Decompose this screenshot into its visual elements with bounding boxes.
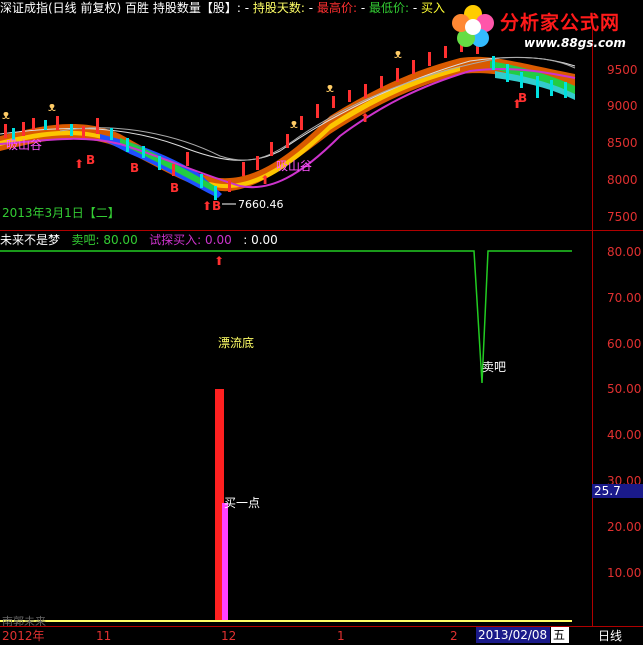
time-tick: 1 — [337, 629, 345, 643]
buy-mark: B — [130, 161, 139, 175]
runner-icon: ᴥ — [394, 47, 402, 62]
high-price-value: - — [360, 1, 366, 15]
date-label: 2013年3月1日【二】 — [2, 206, 120, 220]
trial-buy-bar — [222, 503, 228, 621]
axis-tick: 80.00 — [607, 245, 642, 259]
sell-annotation: 卖吧 — [482, 360, 506, 374]
axis-tick: 8500 — [607, 136, 638, 150]
drift-bottom-annotation: 漂流底 — [218, 335, 254, 350]
axis-tick: 9000 — [607, 99, 638, 113]
time-tick: 2012年 — [2, 629, 45, 643]
cursor-value-box: 25.7 — [592, 484, 643, 498]
time-tick: 12 — [221, 629, 237, 643]
axis-tick: 9500 — [607, 63, 638, 77]
time-tick: 11 — [96, 629, 112, 643]
right-axis: 9500 9000 8500 8000 7500 80.00 70.00 60.… — [592, 16, 643, 626]
valley-label: 吸山谷 — [276, 159, 312, 173]
valley-label: 吸山谷 — [6, 138, 42, 152]
axis-tick: 7500 — [607, 210, 638, 224]
time-tick: 2 — [450, 629, 458, 643]
runner-icon: ᴥ — [2, 108, 10, 123]
axis-tick: 50.00 — [607, 382, 642, 396]
hold-qty-value: - — [244, 1, 250, 15]
up-arrow-icon: ⬆ — [74, 157, 84, 171]
hold-days-label: 持股天数: — [252, 1, 305, 15]
buy-mark: B — [518, 91, 527, 105]
site-logo: 分析家公式网 www.88gs.com — [448, 2, 643, 54]
buy-label: 买入 — [421, 1, 446, 15]
logo-url: www.88gs.com — [524, 36, 626, 50]
flower-logo-icon — [452, 5, 494, 47]
runner-icon: ᴥ — [326, 81, 334, 96]
axis-tick: 60.00 — [607, 337, 642, 351]
logo-title: 分析家公式网 — [500, 12, 621, 34]
period-label[interactable]: 日线 — [598, 630, 622, 642]
cursor-day: 五 — [553, 628, 566, 642]
buy-mark: B — [212, 199, 221, 213]
up-arrow-icon: ⬆ — [202, 199, 212, 213]
axis-tick: 8000 — [607, 173, 638, 187]
buy-mark: B — [170, 181, 179, 195]
indicator-panel[interactable]: 未来不是梦 卖吧: 80.00 试探买入: 0.00 : 0.00 ⬆ 漂流底 … — [0, 231, 592, 626]
indicator-plot: ⬆ 漂流底 卖吧 买一点 南郭未来 — [0, 250, 572, 626]
cursor-day-box: 五 — [551, 627, 569, 643]
footer-text: 南郭未来 — [2, 615, 46, 626]
axis-tick: 40.00 — [607, 428, 642, 442]
cursor-date: 2013/02/08 — [478, 628, 548, 642]
hold-days-value: - — [308, 1, 314, 15]
header-badge: 百胜 — [125, 1, 150, 15]
axis-tick: 20.00 — [607, 520, 642, 534]
cursor-date-box: 2013/02/08 — [476, 627, 550, 643]
buy-mark: B — [86, 153, 95, 167]
high-price-label: 最高价: — [316, 1, 357, 15]
low-price-value: - — [412, 1, 418, 15]
low-price-note: 7660.46 — [238, 198, 284, 211]
buy-annotation: 买一点 — [224, 496, 260, 510]
up-arrow-icon: ⬆ — [260, 173, 270, 187]
up-arrow-icon: ⬆ — [360, 111, 370, 125]
up-arrow-icon: ⬆ — [214, 254, 224, 268]
axis-tick: 10.00 — [607, 566, 642, 580]
runner-icon: ᴥ — [48, 100, 56, 115]
hold-qty-label: 持股数量【股】: — [152, 1, 241, 15]
chart-title: 深证成指(日线 前复权) — [0, 1, 122, 15]
low-price-label: 最低价: — [369, 1, 410, 15]
runner-icon: ᴥ — [290, 117, 298, 132]
cursor-value: 25.7 — [594, 484, 621, 498]
axis-tick: 70.00 — [607, 291, 642, 305]
